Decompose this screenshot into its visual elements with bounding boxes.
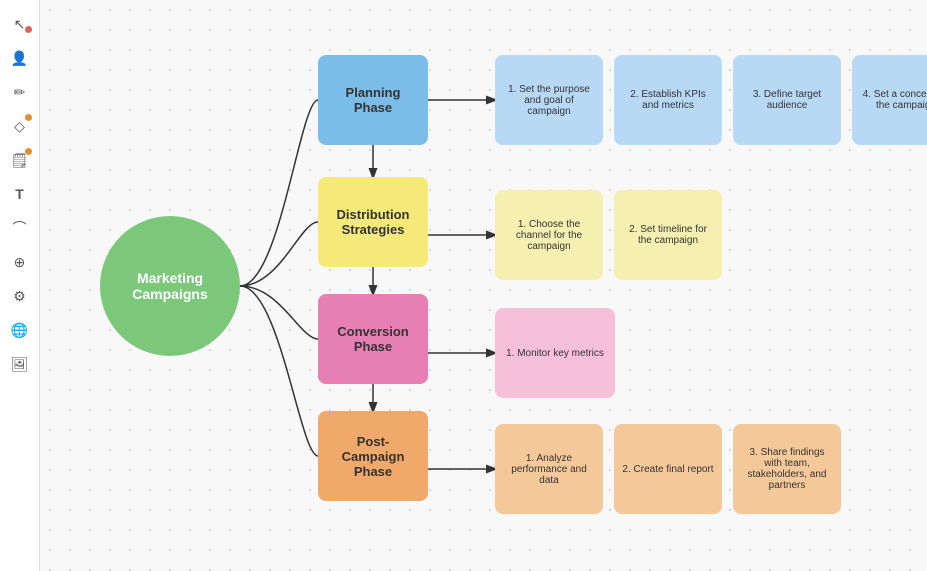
phase-distribution[interactable]: Distribution Strategies — [318, 177, 428, 267]
person-icon[interactable]: 👤 — [6, 44, 34, 72]
distribution-card-1[interactable]: 1. Choose the channel for the campaign — [495, 190, 603, 280]
network-icon[interactable]: ⊕ — [6, 248, 34, 276]
planning-card-1[interactable]: 1. Set the purpose and goal of campaign — [495, 55, 603, 145]
conversion-card-1[interactable]: 1. Monitor key metrics — [495, 308, 615, 398]
cursor-icon[interactable]: ↖ — [6, 10, 34, 38]
phase-conversion[interactable]: Conversion Phase — [318, 294, 428, 384]
globe-icon[interactable]: 🌐 — [6, 316, 34, 344]
connector-icon[interactable]: ⌒ — [6, 214, 34, 242]
postcampaign-card-3[interactable]: 3. Share findings with team, stakeholder… — [733, 424, 841, 514]
postcampaign-card-1[interactable]: 1. Analyze performance and data — [495, 424, 603, 514]
planning-card-3[interactable]: 3. Define target audience — [733, 55, 841, 145]
postcampaign-card-2[interactable]: 2. Create final report — [614, 424, 722, 514]
phase-postcampaign[interactable]: Post-Campaign Phase — [318, 411, 428, 501]
phase-planning[interactable]: Planning Phase — [318, 55, 428, 145]
sidebar: ↖ 👤 ✏ ◇ 🗒 T ⌒ ⊕ ⚙ 🌐 🖼 — [0, 0, 40, 571]
distribution-card-2[interactable]: 2. Set timeline for the campaign — [614, 190, 722, 280]
settings-icon[interactable]: ⚙ — [6, 282, 34, 310]
image-icon[interactable]: 🖼 — [6, 350, 34, 378]
text-icon[interactable]: T — [6, 180, 34, 208]
planning-card-2[interactable]: 2. Establish KPIs and metrics — [614, 55, 722, 145]
central-node[interactable]: Marketing Campaigns — [100, 216, 240, 356]
canvas: Marketing Campaigns Planning Phase Distr… — [40, 0, 927, 571]
pencil-icon[interactable]: ✏ — [6, 78, 34, 106]
planning-card-4[interactable]: 4. Set a concept for the campaign — [852, 55, 927, 145]
